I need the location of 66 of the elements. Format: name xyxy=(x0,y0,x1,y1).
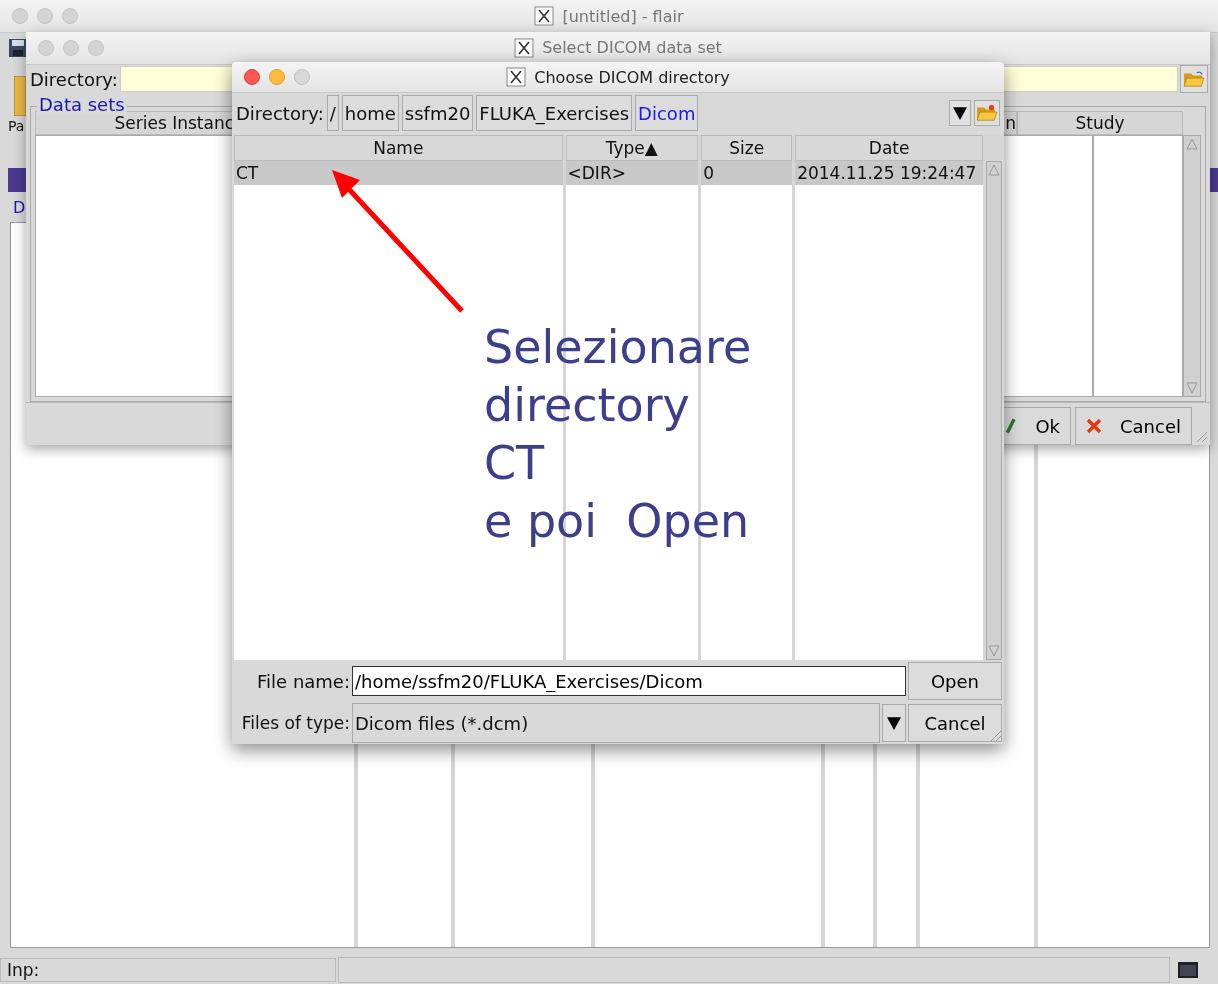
toolbar-label: Pa xyxy=(8,118,25,134)
table-cell[interactable]: 2014.11.25 19:24:47 xyxy=(795,161,984,185)
input-field[interactable]: Inp: xyxy=(0,958,336,982)
new-folder-icon xyxy=(976,104,998,122)
browse-button[interactable] xyxy=(1180,65,1208,94)
check-icon xyxy=(1004,417,1018,435)
section-header-bar xyxy=(1210,168,1218,192)
column-header[interactable]: Type▲ xyxy=(565,135,699,161)
column-header[interactable]: Date xyxy=(795,135,984,161)
minimize-button[interactable] xyxy=(37,8,53,24)
path-button[interactable]: home xyxy=(341,95,399,131)
zoom-button[interactable] xyxy=(88,39,104,56)
column-header[interactable]: Size xyxy=(701,135,793,161)
caret-icon xyxy=(887,716,901,730)
directory-label: Directory: xyxy=(30,68,118,90)
zoom-button[interactable] xyxy=(294,69,310,85)
cancel-button[interactable]: Cancel xyxy=(1075,407,1192,445)
x-window-icon xyxy=(534,6,555,26)
close-button[interactable] xyxy=(244,69,260,85)
resize-grip-icon[interactable] xyxy=(1194,429,1208,443)
scroll-up-icon[interactable] xyxy=(988,164,1001,176)
annotation-text: Selezionare xyxy=(484,319,752,376)
scroll-down-icon[interactable] xyxy=(1186,382,1198,394)
path-button[interactable]: FLUKA_Exercises xyxy=(476,95,633,131)
scrollbar[interactable] xyxy=(986,161,1002,660)
column-header[interactable]: Study xyxy=(1017,111,1183,136)
window-title: [untitled] - flair xyxy=(562,6,684,26)
window-title: Choose DICOM directory xyxy=(534,67,730,87)
annotation-text: CT xyxy=(484,435,545,492)
file-name-field[interactable]: /home/ssfm20/FLUKA_Exercises/Dicom xyxy=(352,666,906,696)
path-button[interactable]: ssfm20 xyxy=(401,95,474,131)
open-button[interactable]: Open xyxy=(908,662,1002,700)
minimize-button[interactable] xyxy=(63,39,79,56)
caret-icon xyxy=(953,106,967,120)
x-window-icon xyxy=(514,37,535,58)
x-window-icon xyxy=(506,67,527,87)
path-button[interactable]: / xyxy=(326,95,339,131)
table-cell[interactable]: CT xyxy=(234,161,563,185)
column-header[interactable]: Name xyxy=(234,135,563,161)
table-cell[interactable]: <DIR> xyxy=(565,161,699,185)
zoom-button[interactable] xyxy=(62,8,78,24)
scrollbar[interactable] xyxy=(1183,135,1201,397)
file-name-label: File name: xyxy=(256,670,350,692)
save-icon[interactable] xyxy=(8,38,28,58)
scroll-down-icon[interactable] xyxy=(988,645,1001,657)
terminal-icon[interactable] xyxy=(1178,962,1198,978)
cancel-button[interactable]: Cancel xyxy=(908,704,1002,742)
file-type-label: Files of type: xyxy=(240,713,350,733)
file-type-dropdown[interactable]: Dicom files (*.dcm) xyxy=(352,703,880,743)
dropdown-button[interactable] xyxy=(882,704,906,742)
ok-button[interactable]: Ok xyxy=(1001,407,1071,445)
minimize-button[interactable] xyxy=(269,69,285,85)
input-label: Inp: xyxy=(7,960,40,980)
scroll-up-icon[interactable] xyxy=(1186,138,1198,151)
column-header[interactable]: Series Instanc xyxy=(35,111,235,136)
path-button[interactable]: Dicom xyxy=(635,95,699,131)
resize-grip-icon[interactable] xyxy=(988,728,1002,742)
annotation-text: e poi Open xyxy=(484,493,750,550)
section-header-bar xyxy=(8,168,28,192)
cross-icon xyxy=(1086,417,1102,435)
annotation-text: directory xyxy=(484,377,690,434)
directory-label: Directory: xyxy=(236,102,324,124)
open-folder-icon xyxy=(1183,70,1205,89)
window-title: Select DICOM data set xyxy=(542,38,722,58)
dropdown-button[interactable] xyxy=(949,100,971,126)
table-cell[interactable]: 0 xyxy=(701,161,793,185)
